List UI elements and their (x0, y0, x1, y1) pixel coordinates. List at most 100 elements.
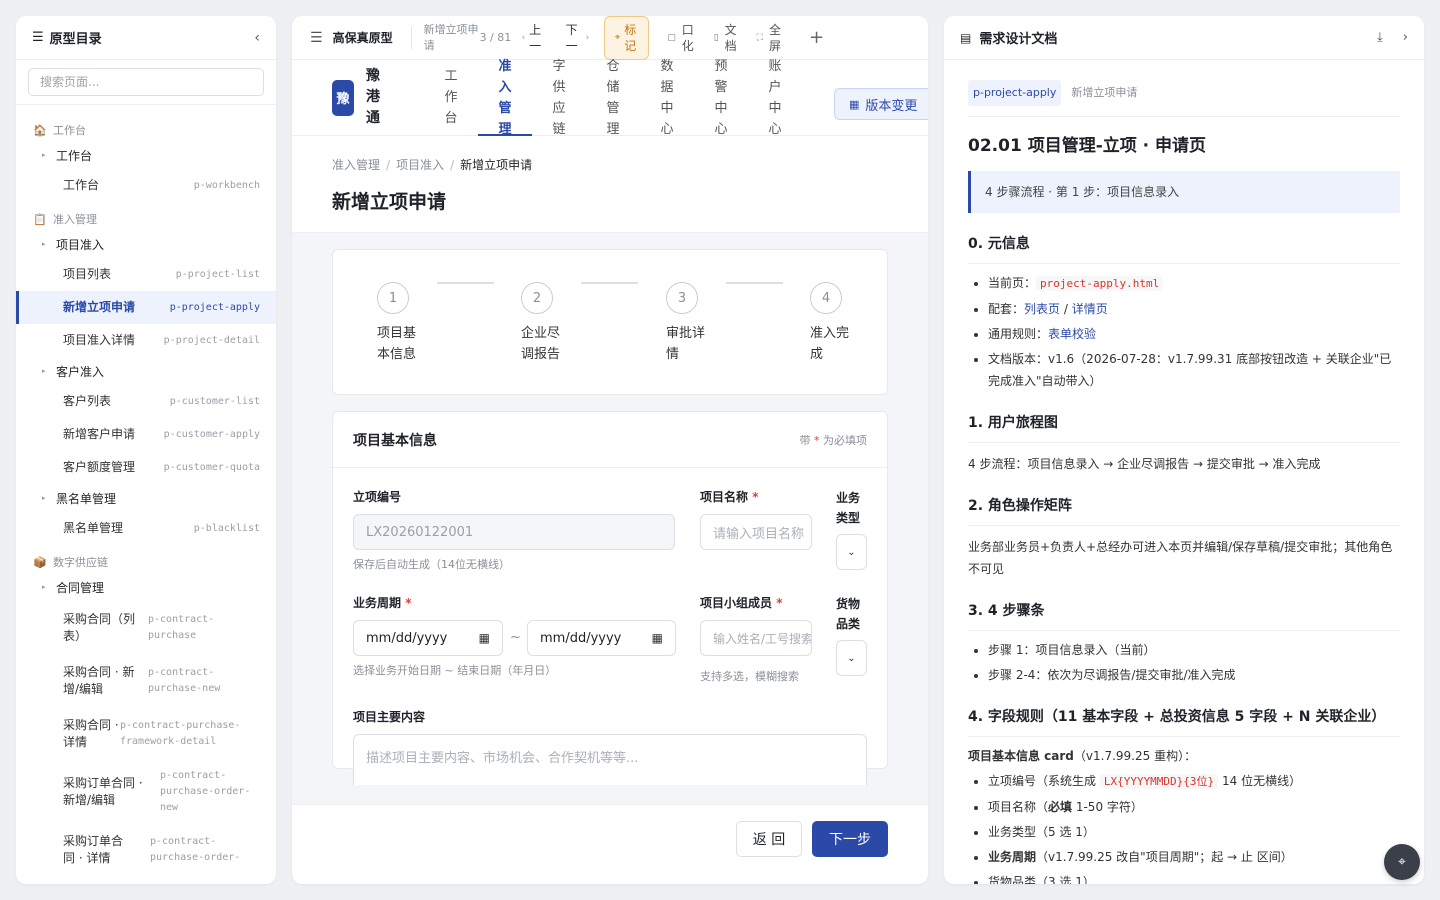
package-icon: 📦 (33, 555, 47, 569)
fullscreen-button[interactable]: ⛶ 全屏 (757, 22, 783, 54)
leaf-contract-purchase[interactable]: 采购合同（列表） p-contract-purchase (16, 601, 276, 654)
group-workbench[interactable]: 🏠 工作台 (16, 119, 276, 141)
caret-icon: ▸ (42, 151, 46, 159)
leaf-contract-purchase-detail[interactable]: 采购合同 · 详情 p-contract-purchase-framework-d… (16, 707, 276, 760)
range-separator: ~ (510, 630, 521, 645)
catalog-title: 原型目录 (49, 32, 102, 47)
menu-icon[interactable]: ☰ (310, 30, 323, 46)
step-bar: 1 项目基本信息 2 企业尽调报告 3 审批详情 4 准入完成 (332, 249, 888, 395)
version-change-button[interactable]: ▦ 版本变更 (834, 88, 928, 120)
period-end-input[interactable]: mm/dd/yyyy ▦ (527, 620, 676, 656)
page-title-area: 准入管理 / 项目准入 / 新增立项申请 新增立项申请 (292, 136, 928, 233)
crumb-admission[interactable]: 准入管理 (332, 158, 380, 172)
nav-admission[interactable]: 准入管理 (478, 59, 532, 137)
basic-info-card: 项目基本信息 带 * 为必填项 立项编号 LX20260122001 保存后自动… (332, 411, 888, 785)
section-steps: 3. 4 步骤条 (968, 600, 1400, 631)
team-hint: 支持多选，模糊搜索 (700, 670, 799, 683)
journey-text: 4 步流程：项目信息录入 → 企业尽调报告 → 提交审批 → 准入完成 (968, 457, 1321, 471)
leaf-contract-purchase-new[interactable]: 采购合同 · 新增/编辑 p-contract-purchase-new (16, 654, 276, 707)
leaf-contract-order-detail[interactable]: 采购订单合同 · 详情 p-contract-purchase-order- (16, 823, 276, 876)
section-fields: 4. 字段规则（11 基本字段 + 总投资信息 5 字段 + N 关联企业） (968, 706, 1400, 737)
clipboard-icon: 📋 (33, 212, 47, 226)
leaf-project-list[interactable]: 项目列表 p-project-list (16, 258, 276, 291)
name-label: 项目名称 * (700, 490, 759, 504)
list-page-link[interactable]: 列表页 (1024, 302, 1060, 316)
doc-tags: p-project-apply 新增立项申请 (968, 80, 1400, 117)
calendar-icon: ▦ (849, 97, 860, 111)
doc-title: 需求设计文档 (979, 32, 1058, 47)
business-type-select[interactable]: ⌄ (836, 534, 867, 570)
period-start-input[interactable]: mm/dd/yyyy ▦ (353, 620, 503, 656)
next-step-button[interactable]: 下一步 (812, 821, 888, 857)
chevron-right-icon[interactable]: › (1403, 30, 1408, 45)
page-title: 新增立项申请 (332, 191, 447, 213)
next-page-button[interactable]: 下一 › (558, 22, 598, 54)
group-admission[interactable]: 📋 准入管理 (16, 208, 276, 230)
nav-workbench[interactable]: 工作台 (424, 60, 478, 136)
group-supply-chain[interactable]: 📦 数字供应链 (16, 551, 276, 573)
type-label: 业务类型 (836, 491, 861, 525)
leaf-customer-list[interactable]: 客户列表 p-customer-list (16, 385, 276, 418)
step-4: 4 准入完成 (810, 282, 890, 365)
caret-icon: ▸ (42, 494, 46, 502)
plus-icon[interactable]: + (809, 27, 824, 48)
download-icon[interactable]: ⤓ (1377, 30, 1383, 45)
location-pin-icon[interactable]: ⌖ (1384, 844, 1420, 880)
catalog-search-input[interactable] (28, 68, 264, 96)
chevron-down-icon: ⌄ (847, 652, 856, 664)
step-1: 1 项目基本信息 (377, 282, 457, 365)
crumb-project[interactable]: 项目准入 (396, 158, 444, 172)
fields-list: 立项编号（系统生成 LX{YYYYMMDD}{3位} 14 位无横线） 项目名称… (968, 770, 1400, 884)
back-button[interactable]: 返 回 (736, 821, 802, 857)
step-connector (581, 282, 638, 284)
page-name-tag: 新增立项申请 (1071, 86, 1138, 99)
breadcrumb: 准入管理 / 项目准入 / 新增立项申请 (332, 158, 533, 172)
calendar-icon: ▦ (651, 631, 663, 645)
list-icon: ☰ (32, 30, 44, 45)
form-footer: 返 回 下一步 (292, 804, 928, 884)
document-icon: ▤ (960, 30, 972, 45)
nav-alert-center[interactable]: 预警中心 (694, 59, 748, 137)
detail-page-link[interactable]: 详情页 (1072, 302, 1108, 316)
leaf-workbench[interactable]: 工作台 p-workbench (16, 169, 276, 202)
goods-category-select[interactable]: ⌄ (836, 640, 867, 676)
team-label: 项目小组成员 * (700, 596, 783, 610)
doc-heading: 02.01 项目管理-立项 · 申请页 (968, 136, 1207, 156)
project-name-input[interactable]: 请输入项目名称 (700, 514, 812, 550)
doc-toggle-button[interactable]: ▯ 文档 (714, 22, 739, 54)
step-3: 3 审批详情 (666, 282, 746, 365)
sub-blacklist[interactable]: ▸ 黑名单管理 (16, 484, 276, 512)
app-header: 豫 豫港通 工作台 准入管理 字供应链 仓储管理 数据中心 预警中心 账户中心 … (292, 59, 928, 137)
nav-data-center[interactable]: 数据中心 (640, 59, 694, 137)
top-navigation: 工作台 准入管理 字供应链 仓储管理 数据中心 预警中心 账户中心 (424, 59, 802, 137)
leaf-blacklist[interactable]: 黑名单管理 p-blacklist (16, 512, 276, 545)
leaf-contract-order-new[interactable]: 采购订单合同 · 新增/编辑 p-contract-purchase-order-… (16, 760, 276, 823)
current-page-name: 新增立项申请 (423, 22, 479, 52)
leaf-customer-quota[interactable]: 客户额度管理 p-customer-quota (16, 451, 276, 484)
nav-warehouse[interactable]: 仓储管理 (586, 59, 640, 137)
mark-button[interactable]: ⌖ 标记 (603, 16, 650, 60)
prototype-preview-panel: ☰ 高保真原型 新增立项申请 3 / 81 ‹ 上一 下一 › ⌖ 标记 ▢ 口化 ▯ 文… (292, 16, 928, 884)
nav-account-center[interactable]: 账户中心 (748, 59, 802, 137)
team-member-input[interactable]: 输入姓名/工号搜索 (700, 620, 812, 656)
catalog-search (16, 60, 276, 105)
chevron-left-icon[interactable]: ‹ (254, 30, 260, 46)
sub-project-admission[interactable]: ▸ 项目准入 (16, 230, 276, 258)
leaf-customer-apply[interactable]: 新增客户申请 p-customer-apply (16, 418, 276, 451)
nav-supply-chain[interactable]: 字供应链 (532, 59, 586, 137)
sub-workbench[interactable]: ▸ 工作台 (16, 141, 276, 169)
leaf-project-detail[interactable]: 项目准入详情 p-project-detail (16, 324, 276, 357)
period-hint: 选择业务开始日期 ~ 结束日期（年月日） (353, 664, 557, 677)
steps-list: 步骤 1：项目信息录入（当前） 步骤 2-4：依次为尽调报告/提交审批/准入完成 (968, 639, 1400, 686)
prev-page-button[interactable]: ‹ 上一 (518, 22, 558, 54)
period-label: 业务周期 * (353, 596, 412, 610)
sub-customer-admission[interactable]: ▸ 客户准入 (16, 357, 276, 385)
code-hint: 保存后自动生成（14位无横线） (353, 558, 510, 571)
project-content-textarea[interactable]: 描述项目主要内容、市场机会、合作契机等等... (353, 734, 867, 785)
goods-label: 货物品类 (836, 597, 861, 631)
divider (410, 26, 412, 49)
mode-button[interactable]: ▢ 口化 (667, 22, 696, 54)
sub-contract[interactable]: ▸ 合同管理 (16, 573, 276, 601)
form-validation-link[interactable]: 表单校验 (1048, 327, 1096, 341)
leaf-project-apply[interactable]: 新增立项申请 p-project-apply (16, 291, 276, 324)
